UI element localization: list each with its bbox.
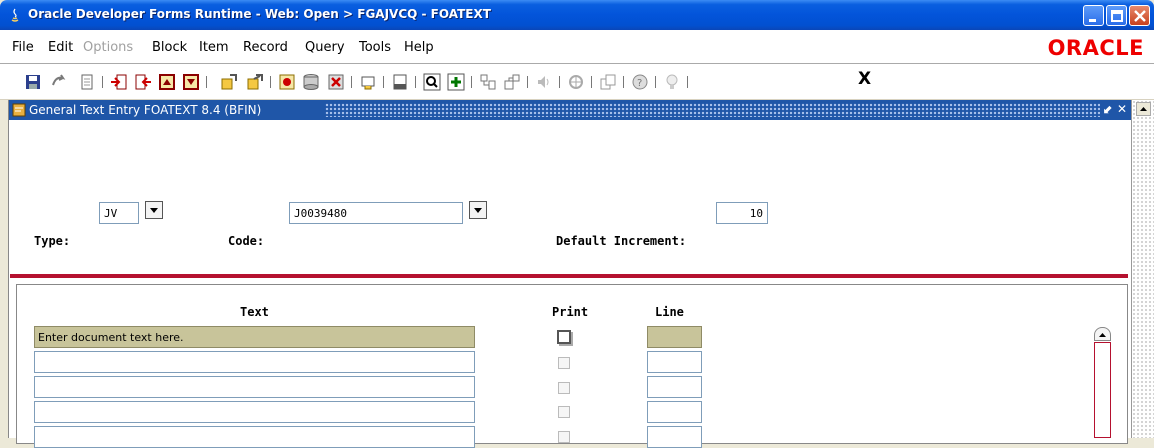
previous-record-icon[interactable] (182, 73, 200, 91)
toolbar-separator (415, 76, 416, 88)
close-form-icon[interactable]: ✕ (1117, 102, 1127, 116)
clear-record-icon[interactable] (327, 73, 345, 91)
print-checkbox[interactable] (558, 406, 570, 418)
toolbar-separator (527, 76, 528, 88)
svg-text:?: ? (637, 78, 642, 89)
toolbar-separator (351, 76, 352, 88)
toolbar-separator (383, 76, 384, 88)
column-header-text: Text (240, 305, 269, 319)
print-screen-icon[interactable] (391, 73, 409, 91)
menu-edit[interactable]: Edit (48, 40, 73, 55)
code-dropdown-icon[interactable] (469, 201, 487, 219)
tip-icon[interactable] (663, 73, 681, 91)
text-row-field[interactable] (34, 426, 475, 448)
remove-record-icon[interactable] (302, 73, 320, 91)
save-icon[interactable] (24, 73, 42, 91)
default-increment-label: Default Increment: (556, 234, 687, 248)
form-title: General Text Entry FOATEXT 8.4 (BFIN) (29, 103, 262, 117)
scroll-up-icon[interactable] (1136, 102, 1151, 116)
menu-item[interactable]: Item (199, 40, 229, 55)
print-checkbox[interactable] (558, 431, 570, 443)
default-increment-field[interactable]: 10 (716, 202, 768, 224)
line-row-field[interactable] (647, 376, 702, 398)
next-block-icon[interactable] (110, 73, 128, 91)
close-icon (1134, 10, 1146, 22)
print-icon[interactable] (78, 73, 96, 91)
type-dropdown-icon[interactable] (145, 201, 163, 219)
print-checkbox[interactable] (557, 330, 571, 344)
window-title-bar: Oracle Developer Forms Runtime - Web: Op… (0, 0, 1154, 30)
toolbar-separator (102, 76, 103, 88)
close-button[interactable] (1129, 5, 1150, 26)
copy-icon[interactable] (599, 73, 617, 91)
help-icon[interactable]: ? (631, 73, 649, 91)
column-header-line: Line (655, 305, 684, 319)
menu-help[interactable]: Help (404, 40, 434, 55)
menu-record[interactable]: Record (243, 40, 288, 55)
minimize-form-icon[interactable]: ⬋ (1103, 102, 1113, 116)
add-icon[interactable] (447, 73, 465, 91)
toolbar-separator (591, 76, 592, 88)
line-row-field[interactable] (647, 351, 702, 373)
minimize-icon (1089, 19, 1096, 22)
lookup-icon[interactable] (359, 73, 377, 91)
title-pattern (325, 103, 1100, 117)
column-header-print: Print (552, 305, 589, 319)
toolbar-separator (270, 76, 271, 88)
line-row-field[interactable] (647, 326, 702, 348)
oracle-logo: ORACLE (1047, 36, 1144, 60)
menu-file[interactable]: File (12, 40, 34, 55)
text-row-field[interactable] (34, 376, 475, 398)
toolbar-separator (559, 76, 560, 88)
toolbar-separator (623, 76, 624, 88)
insert-record-icon[interactable] (278, 73, 296, 91)
print-checkbox[interactable] (558, 357, 570, 369)
java-app-icon (11, 8, 19, 22)
scroll-track[interactable] (1094, 342, 1111, 438)
print-checkbox[interactable] (558, 382, 570, 394)
code-label: Code: (228, 234, 265, 248)
toolbar: ? X (0, 64, 1154, 100)
line-row-field[interactable] (647, 401, 702, 423)
menu-query[interactable]: Query (305, 40, 345, 55)
minimize-button[interactable] (1083, 5, 1104, 26)
help-wheel-icon[interactable] (567, 73, 585, 91)
section-divider (10, 274, 1128, 278)
tree-icon[interactable] (503, 73, 521, 91)
maximize-icon (1111, 10, 1123, 22)
type-field[interactable]: JV (99, 202, 139, 224)
line-row-field[interactable] (647, 426, 702, 448)
text-row-field[interactable] (34, 401, 475, 423)
audio-icon[interactable] (535, 73, 553, 91)
previous-block-icon[interactable] (134, 73, 152, 91)
search-icon[interactable] (423, 73, 441, 91)
rollback-icon[interactable] (50, 73, 68, 91)
toolbar-separator (471, 76, 472, 88)
menu-options[interactable]: Options (83, 40, 133, 55)
toolbar-separator (687, 76, 688, 88)
enter-query-icon[interactable] (220, 73, 238, 91)
form-icon (12, 103, 26, 117)
grid-scrollbar[interactable] (1094, 327, 1111, 438)
window-scrollbar[interactable] (1131, 100, 1154, 438)
text-row-field[interactable] (34, 351, 475, 373)
menu-tools[interactable]: Tools (359, 40, 391, 55)
type-label: Type: (34, 234, 71, 248)
maximize-button[interactable] (1106, 5, 1127, 26)
next-record-icon[interactable] (158, 73, 176, 91)
exit-button[interactable]: X (858, 69, 871, 89)
menu-block[interactable]: Block (152, 40, 187, 55)
menu-bar: File Edit Options Block Item Record Quer… (0, 30, 1154, 64)
code-field[interactable]: J0039480 (289, 202, 463, 224)
window-title: Oracle Developer Forms Runtime - Web: Op… (28, 7, 491, 21)
execute-query-icon[interactable] (246, 73, 264, 91)
scroll-up-icon[interactable] (1094, 327, 1111, 341)
options-icon[interactable] (479, 73, 497, 91)
text-row-field[interactable]: Enter document text here. (34, 326, 475, 348)
form-title-bar: General Text Entry FOATEXT 8.4 (BFIN) ⬋ … (9, 100, 1132, 120)
toolbar-separator (206, 76, 207, 88)
toolbar-separator (655, 76, 656, 88)
